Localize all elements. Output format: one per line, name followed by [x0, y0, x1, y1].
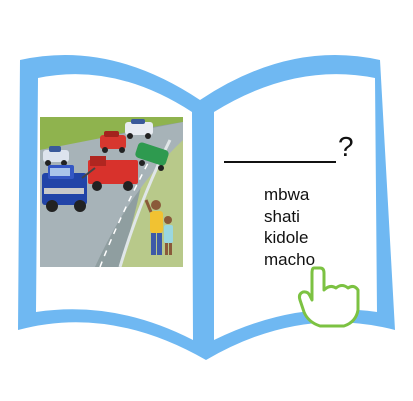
answer-blank	[224, 161, 336, 163]
word-choice-kidole[interactable]: kidole	[264, 227, 315, 249]
word-choice-mbwa[interactable]: mbwa	[264, 184, 315, 206]
accident-illustration	[40, 117, 183, 267]
word-choice-shati[interactable]: shati	[264, 206, 315, 228]
question-mark: ?	[338, 131, 354, 162]
word-choice-macho[interactable]: macho	[264, 249, 315, 271]
open-book	[18, 55, 395, 360]
word-choices: mbwa shati kidole macho	[264, 184, 315, 270]
